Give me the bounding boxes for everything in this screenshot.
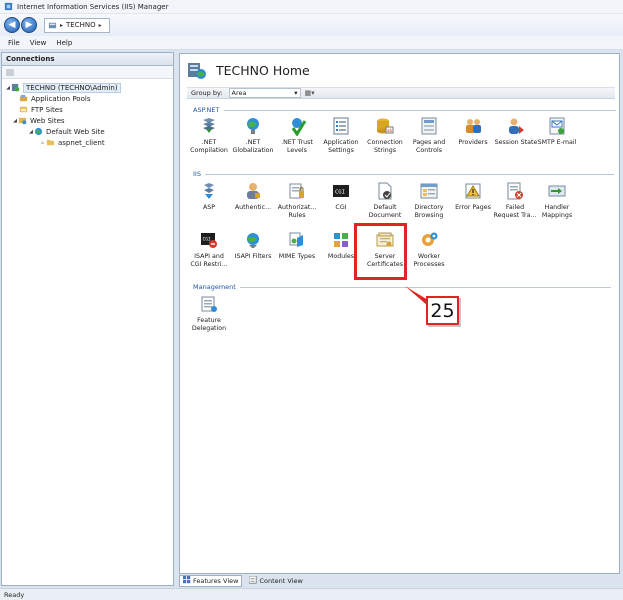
status-text: Ready <box>4 591 25 599</box>
status-bar: Ready <box>0 588 623 600</box>
step-callout: 25 <box>426 296 459 325</box>
callout-pointer <box>405 286 428 306</box>
